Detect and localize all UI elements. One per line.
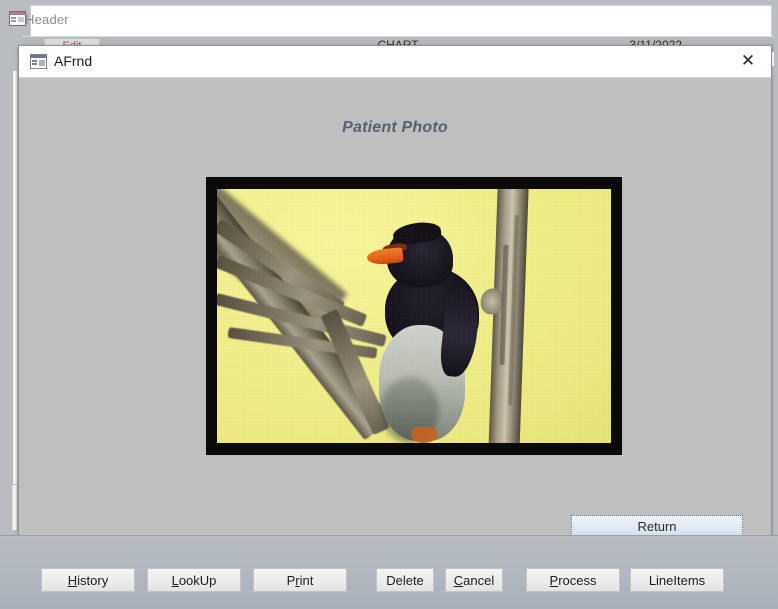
patient-photo-frame bbox=[206, 177, 622, 455]
history-button[interactable]: History bbox=[41, 568, 135, 592]
lineitems-button[interactable]: LineItems bbox=[630, 568, 724, 592]
page-title: Patient Photo bbox=[342, 119, 448, 136]
delete-button[interactable]: Delete bbox=[376, 568, 434, 592]
dialog-title: AFrnd bbox=[54, 53, 93, 69]
background-window-title: Header bbox=[25, 12, 69, 27]
access-form-icon bbox=[9, 11, 26, 26]
photo-bird bbox=[365, 219, 487, 443]
lookup-button[interactable]: LookUp bbox=[147, 568, 241, 592]
patient-photo-image bbox=[217, 189, 611, 443]
close-icon[interactable]: ✕ bbox=[725, 46, 771, 76]
print-button[interactable]: Pr int bbox=[253, 568, 347, 592]
dialog-title-bar[interactable]: AFrnd ✕ bbox=[19, 46, 771, 78]
afrnd-dialog: AFrnd ✕ Patient Photo Return bbox=[18, 45, 772, 538]
dialog-body: Patient Photo Return bbox=[19, 78, 771, 538]
screen: Header Edit CHART 3/11/2022 AFrnd ✕ P bbox=[0, 0, 778, 609]
cancel-button[interactable]: Cancel bbox=[445, 568, 503, 592]
process-button[interactable]: Process bbox=[526, 568, 620, 592]
access-form-icon bbox=[30, 54, 47, 69]
